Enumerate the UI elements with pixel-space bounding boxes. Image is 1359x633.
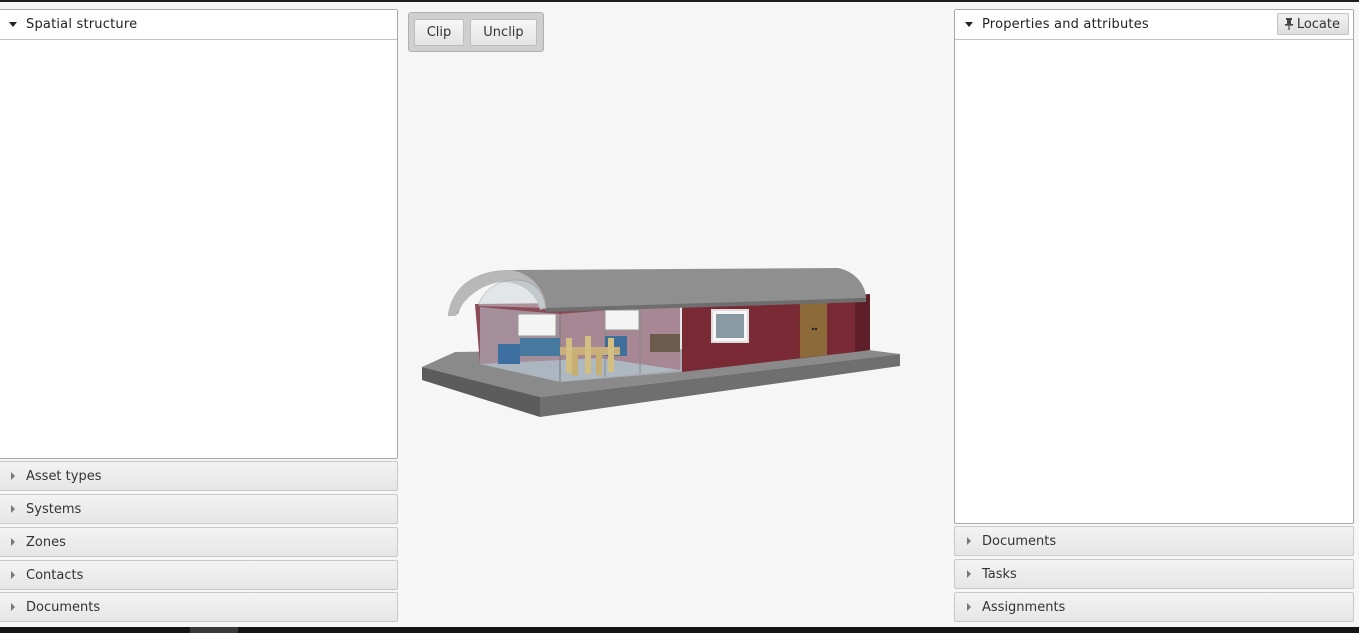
properties-panel: Properties and attributes Locate bbox=[954, 9, 1354, 524]
spatial-structure-panel: Spatial structure bbox=[0, 9, 398, 459]
caret-right-icon bbox=[11, 538, 15, 546]
clip-toolbar: Clip Unclip bbox=[408, 12, 544, 52]
3d-model-viewer[interactable] bbox=[400, 52, 950, 627]
accordion-tasks[interactable]: Tasks bbox=[954, 559, 1354, 589]
caret-right-icon bbox=[967, 570, 971, 578]
pin-icon bbox=[1284, 18, 1293, 30]
caret-right-icon bbox=[11, 571, 15, 579]
accordion-label: Assignments bbox=[982, 599, 1066, 615]
accordion-documents-right[interactable]: Documents bbox=[954, 526, 1354, 556]
scrollbar-thumb[interactable] bbox=[190, 627, 238, 633]
building-model bbox=[422, 268, 900, 417]
accordion-label: Zones bbox=[26, 534, 66, 550]
accordion-documents-left[interactable]: Documents bbox=[0, 592, 398, 622]
unclip-button[interactable]: Unclip bbox=[470, 19, 537, 46]
caret-right-icon bbox=[11, 603, 15, 611]
spatial-structure-tree bbox=[0, 40, 397, 458]
locate-label: Locate bbox=[1296, 16, 1340, 32]
accordion-assignments[interactable]: Assignments bbox=[954, 592, 1354, 622]
clip-button[interactable]: Clip bbox=[414, 19, 464, 46]
accordion-label: Tasks bbox=[982, 566, 1017, 582]
accordion-asset-types[interactable]: Asset types bbox=[0, 461, 398, 491]
properties-title: Properties and attributes bbox=[982, 17, 1149, 32]
properties-header[interactable]: Properties and attributes Locate bbox=[955, 10, 1353, 40]
accordion-contacts[interactable]: Contacts bbox=[0, 560, 398, 590]
window-top-border bbox=[0, 0, 1359, 2]
properties-content bbox=[955, 40, 1353, 523]
spatial-structure-header[interactable]: Spatial structure bbox=[0, 10, 397, 40]
accordion-label: Asset types bbox=[26, 468, 102, 484]
horizontal-scrollbar[interactable] bbox=[0, 627, 1359, 633]
caret-right-icon bbox=[967, 603, 971, 611]
caret-down-icon bbox=[965, 22, 973, 27]
accordion-label: Documents bbox=[982, 533, 1057, 549]
accordion-label: Documents bbox=[26, 599, 101, 615]
accordion-systems[interactable]: Systems bbox=[0, 494, 398, 524]
caret-right-icon bbox=[967, 537, 971, 545]
caret-right-icon bbox=[11, 472, 15, 480]
locate-button[interactable]: Locate bbox=[1276, 13, 1349, 35]
accordion-zones[interactable]: Zones bbox=[0, 527, 398, 557]
spatial-structure-title: Spatial structure bbox=[26, 17, 138, 32]
caret-right-icon bbox=[11, 505, 15, 513]
accordion-label: Contacts bbox=[26, 567, 84, 583]
caret-down-icon bbox=[9, 22, 17, 27]
accordion-label: Systems bbox=[26, 501, 82, 517]
